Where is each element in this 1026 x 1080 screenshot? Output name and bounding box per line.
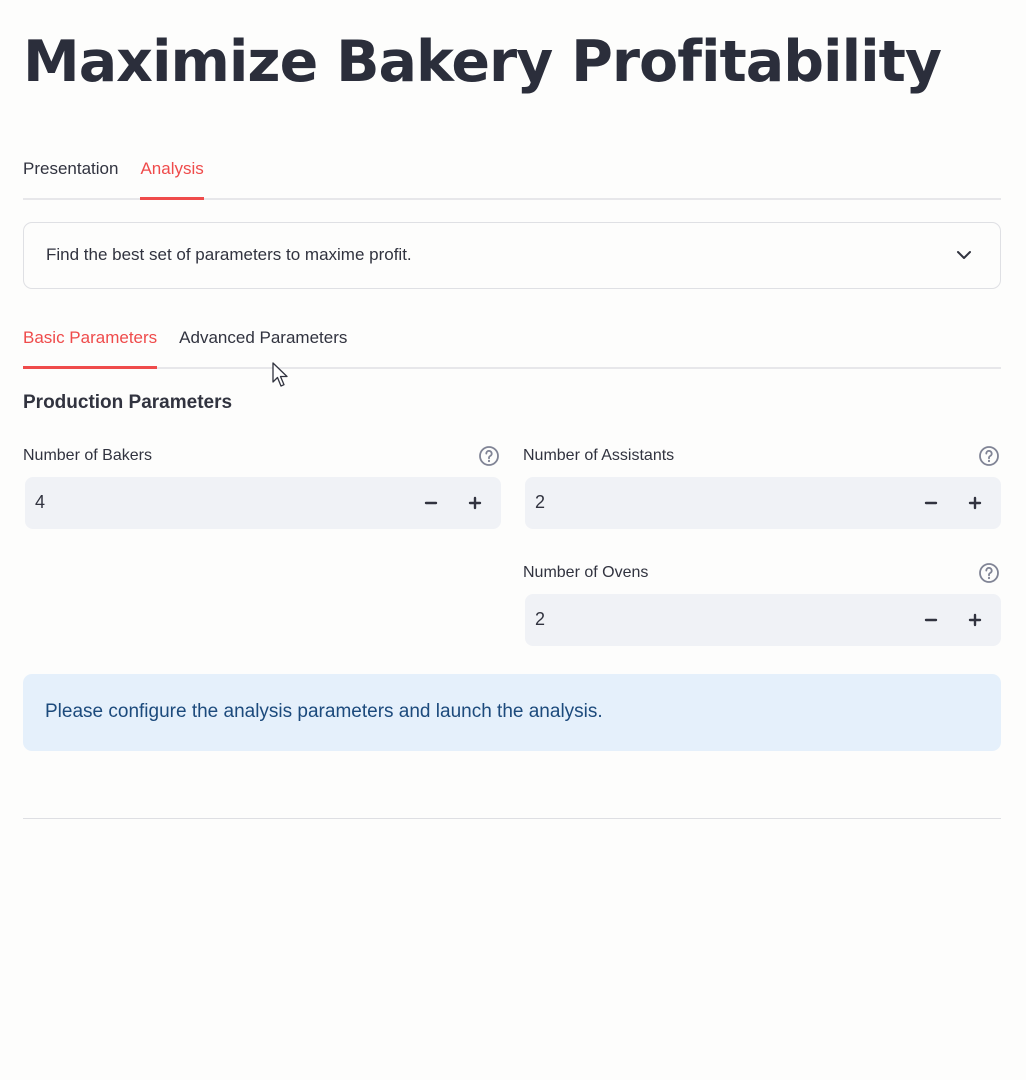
tab-basic-parameters[interactable]: Basic Parameters <box>23 321 158 369</box>
description-expander[interactable]: Find the best set of parameters to maxim… <box>23 222 1001 289</box>
number-value[interactable]: 2 <box>535 492 545 513</box>
minus-icon[interactable] <box>918 607 944 633</box>
section-heading: Production Parameters <box>23 392 233 413</box>
mouse-pointer-icon <box>272 362 288 387</box>
ovens-number-input[interactable]: 2 <box>525 594 1001 646</box>
help-icon[interactable] <box>978 562 1000 584</box>
main-tab-bar: Presentation Analysis <box>23 152 1001 200</box>
tab-advanced-parameters[interactable]: Advanced Parameters <box>179 321 347 360</box>
info-message: Please configure the analysis parameters… <box>45 701 603 722</box>
field-label: Number of Ovens <box>523 564 649 581</box>
plus-icon[interactable] <box>962 490 988 516</box>
plus-icon[interactable] <box>462 490 488 516</box>
help-icon[interactable] <box>478 445 500 467</box>
number-value[interactable]: 2 <box>535 609 545 630</box>
bakers-number-input[interactable]: 4 <box>25 477 501 529</box>
divider <box>23 818 1001 819</box>
field-label: Number of Bakers <box>23 447 152 464</box>
number-value[interactable]: 4 <box>35 492 45 513</box>
tab-presentation[interactable]: Presentation <box>23 152 118 191</box>
field-label: Number of Assistants <box>523 447 675 464</box>
help-icon[interactable] <box>978 445 1000 467</box>
chevron-down-icon <box>957 251 971 259</box>
minus-icon[interactable] <box>418 490 444 516</box>
minus-icon[interactable] <box>918 490 944 516</box>
assistants-number-input[interactable]: 2 <box>525 477 1001 529</box>
plus-icon[interactable] <box>962 607 988 633</box>
page-title: Maximize Bakery Profitability <box>23 29 942 95</box>
expander-label: Find the best set of parameters to maxim… <box>46 245 412 264</box>
parameter-tab-bar: Basic Parameters Advanced Parameters <box>23 321 1001 369</box>
tab-analysis[interactable]: Analysis <box>140 152 205 200</box>
info-alert: Please configure the analysis parameters… <box>23 674 1001 751</box>
